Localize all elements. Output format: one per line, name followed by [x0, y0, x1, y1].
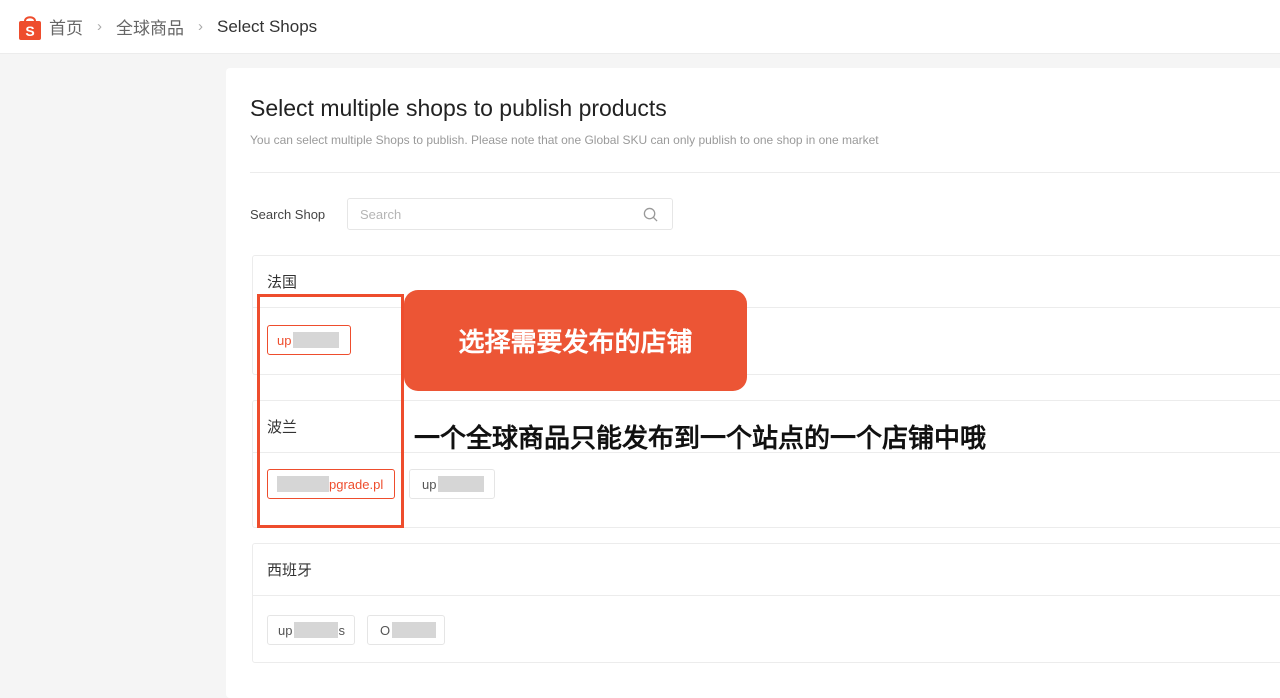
market-section-spain: 西班牙 up s O: [252, 543, 1280, 663]
chevron-right-icon: ›: [198, 18, 203, 35]
redacted-text: [392, 622, 437, 638]
search-label: Search Shop: [250, 207, 326, 222]
breadcrumb-global-products[interactable]: 全球商品: [116, 14, 184, 39]
page-title: Select multiple shops to publish product…: [250, 95, 667, 121]
breadcrumb-home[interactable]: 首页: [49, 14, 83, 39]
redacted-text: [438, 476, 485, 492]
shop-label-suffix: s: [338, 622, 345, 638]
search-input[interactable]: [348, 199, 638, 229]
redacted-text: [294, 622, 339, 638]
svg-text:S: S: [25, 23, 34, 39]
shop-label: up: [422, 476, 437, 492]
shopee-logo-icon[interactable]: S: [17, 12, 43, 42]
search-field[interactable]: [347, 198, 673, 230]
shop-chip[interactable]: O: [367, 615, 445, 645]
market-name: 西班牙: [253, 544, 1280, 596]
page-subtitle: You can select multiple Shops to publish…: [250, 133, 879, 147]
shop-chip[interactable]: up: [409, 469, 495, 499]
chevron-right-icon: ›: [97, 18, 102, 35]
annotation-note: 一个全球商品只能发布到一个站点的一个店铺中哦: [414, 423, 987, 453]
shop-chip[interactable]: up s: [267, 615, 355, 645]
shop-label: up: [278, 622, 293, 638]
breadcrumb-current: Select Shops: [217, 16, 318, 36]
selection-highlight-box: [257, 294, 404, 528]
divider: [250, 172, 1280, 173]
shop-label: O: [380, 622, 391, 638]
search-icon[interactable]: [643, 207, 658, 222]
top-bar: S 首页 › 全球商品 › Select Shops: [0, 0, 1280, 54]
callout-banner: 选择需要发布的店铺: [404, 290, 747, 391]
